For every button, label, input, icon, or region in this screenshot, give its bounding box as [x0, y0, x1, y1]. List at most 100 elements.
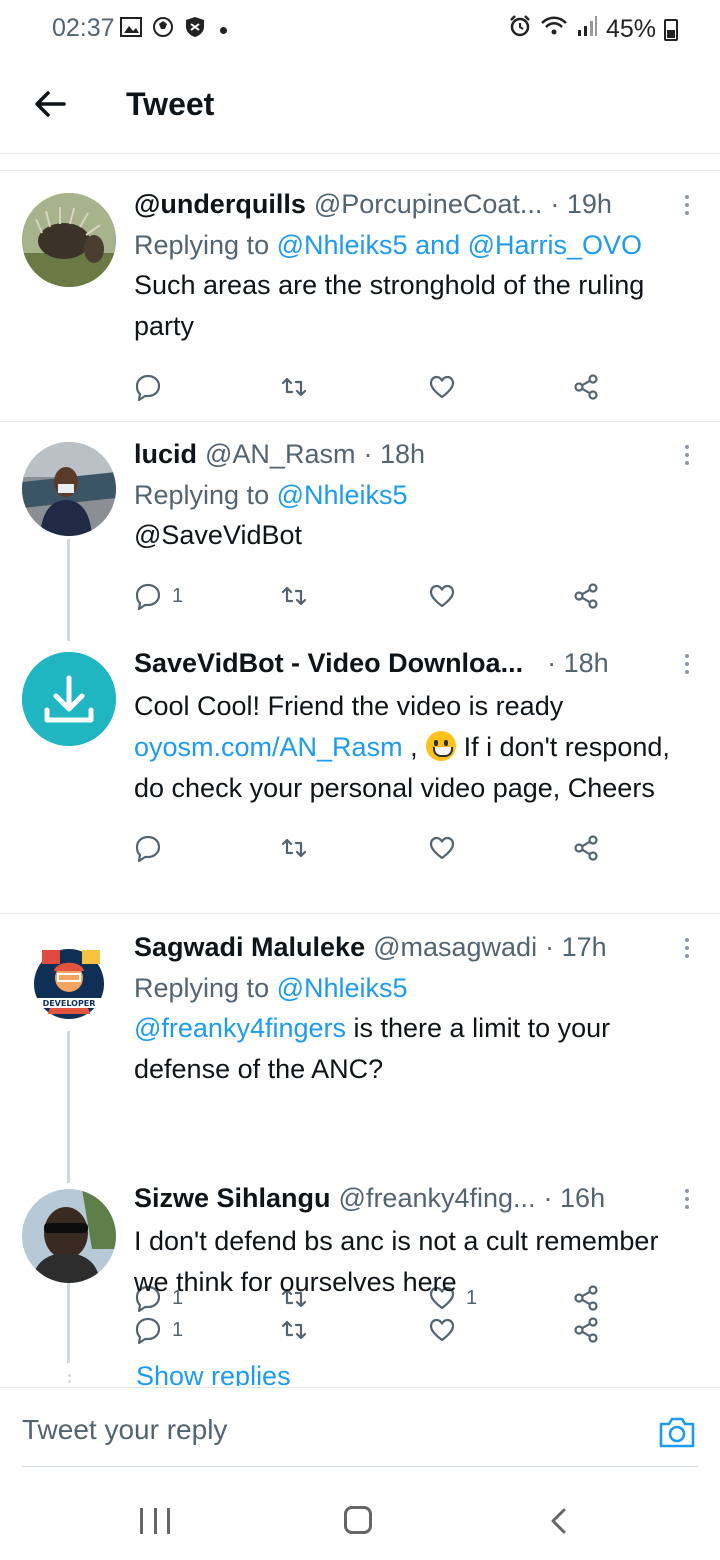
- reply-button[interactable]: [134, 828, 172, 868]
- tweet-time: · 18h: [363, 439, 426, 469]
- replying-prefix: Replying to: [134, 230, 270, 260]
- avatar[interactable]: DEVELOPER: [22, 934, 116, 1028]
- tweet-header: @underquills @PorcupineCoat... · 19h: [134, 189, 692, 223]
- more-options-icon[interactable]: [682, 934, 692, 964]
- replying-prefix: Replying to: [134, 480, 270, 510]
- heart-icon: [429, 584, 455, 608]
- home-icon[interactable]: [344, 1506, 372, 1534]
- tweet-time: · 16h: [543, 1183, 606, 1213]
- camera-icon[interactable]: [658, 1414, 696, 1450]
- retweet-icon: [281, 586, 307, 606]
- replying-to-mentions[interactable]: @Nhleiks5 and @Harris_OVO: [277, 230, 642, 260]
- tweet-underquills[interactable]: @underquills @PorcupineCoat... · 19h Rep…: [0, 171, 720, 422]
- thread-continuation-dots: [66, 1371, 72, 1386]
- shield-icon: [184, 16, 206, 45]
- battery-percent: 45%: [605, 15, 656, 43]
- tweet-header: lucid @AN_Rasm · 18h: [134, 439, 692, 473]
- replying-to-mentions[interactable]: @Nhleiks5: [277, 480, 408, 510]
- gallery-icon: [120, 16, 142, 45]
- share-button[interactable]: [572, 828, 600, 868]
- retweet-icon: [281, 1320, 307, 1340]
- app-header: Tweet: [0, 58, 720, 154]
- reply-count: 1: [172, 1318, 184, 1341]
- reply-icon: [135, 835, 161, 862]
- heart-icon: [429, 1318, 455, 1342]
- battery-icon: [664, 18, 678, 41]
- more-options-icon[interactable]: [682, 650, 692, 680]
- user-handle[interactable]: @AN_Rasm: [205, 439, 355, 470]
- reply-button[interactable]: 1: [134, 576, 183, 616]
- display-name[interactable]: lucid: [134, 439, 197, 470]
- like-button[interactable]: [428, 576, 466, 616]
- retweet-button[interactable]: [280, 367, 308, 407]
- tweet-mention[interactable]: @freanky4fingers: [134, 1013, 346, 1043]
- tweet-header: SaveVidBot - Video Downloa... · 18h: [134, 648, 692, 682]
- retweet-button[interactable]: [280, 1310, 308, 1350]
- tweet-text[interactable]: @SaveVidBot: [134, 515, 692, 556]
- back-arrow-icon[interactable]: [30, 84, 70, 124]
- system-back-icon[interactable]: [548, 1508, 570, 1534]
- page-title: Tweet: [126, 86, 215, 122]
- like-button[interactable]: [428, 1310, 466, 1350]
- reply-button[interactable]: [134, 367, 172, 407]
- avatar[interactable]: [22, 652, 116, 746]
- tweet-actions: [134, 828, 604, 868]
- reply-input[interactable]: Tweet your reply: [22, 1414, 227, 1446]
- tweet-text: Cool Cool! Friend the video is ready oyo…: [134, 686, 692, 809]
- share-button[interactable]: [572, 576, 600, 616]
- tweet-text: @freanky4fingers is there a limit to you…: [134, 1008, 692, 1090]
- reply-icon: [135, 583, 161, 610]
- avatar[interactable]: [22, 442, 116, 536]
- share-button[interactable]: [572, 1310, 600, 1350]
- more-options-icon[interactable]: [682, 1185, 692, 1215]
- more-options-icon[interactable]: [682, 191, 692, 221]
- retweet-button[interactable]: [280, 828, 308, 868]
- tweet-time: · 18h: [547, 648, 609, 678]
- show-replies-link[interactable]: Show replies: [136, 1361, 291, 1386]
- tweet-sagwadi[interactable]: DEVELOPER Sagwadi Maluleke @masagwadi · …: [0, 914, 720, 1177]
- share-icon: [574, 583, 598, 609]
- replying-to: Replying to @Nhleiks5: [134, 973, 692, 1004]
- reply-button[interactable]: 1: [134, 1310, 183, 1350]
- display-name[interactable]: Sagwadi Maluleke: [134, 932, 365, 963]
- user-handle[interactable]: @freanky4fing...: [339, 1183, 536, 1214]
- avatar[interactable]: [22, 1189, 116, 1283]
- wifi-icon: [540, 15, 568, 44]
- status-bar: 02:37 45%: [0, 0, 720, 58]
- share-button[interactable]: [572, 367, 600, 407]
- system-nav-bar: [0, 1468, 720, 1560]
- share-icon: [574, 1317, 598, 1343]
- video-link[interactable]: oyosm.com/AN_Rasm: [134, 732, 403, 762]
- alarm-icon: [508, 14, 532, 45]
- display-name[interactable]: SaveVidBot - Video Downloa...: [134, 648, 523, 679]
- status-time: 02:37: [52, 14, 115, 42]
- tweet-actions: 1: [134, 1310, 604, 1350]
- developer-badge: DEVELOPER: [43, 999, 96, 1008]
- replying-prefix: Replying to: [134, 973, 270, 1003]
- replying-to-mentions[interactable]: @Nhleiks5: [277, 973, 408, 1003]
- tweet-text-part: Cool Cool! Friend the video is ready: [134, 691, 564, 721]
- grinning-emoji-icon: [425, 731, 456, 761]
- replying-to: Replying to @Nhleiks5: [134, 480, 692, 511]
- like-button[interactable]: [428, 367, 466, 407]
- display-name[interactable]: @underquills: [134, 189, 306, 220]
- user-handle[interactable]: @PorcupineCoat...: [314, 189, 543, 220]
- heart-icon: [429, 375, 455, 399]
- reply-icon: [135, 1317, 161, 1344]
- heart-icon: [429, 836, 455, 860]
- tweet-lucid[interactable]: lucid @AN_Rasm · 18h Replying to @Nhleik…: [0, 422, 720, 642]
- tweet-header: Sizwe Sihlangu @freanky4fing... · 16h: [134, 1183, 692, 1217]
- reply-thread[interactable]: @underquills @PorcupineCoat... · 19h Rep…: [0, 170, 720, 1386]
- tweet-sizwe[interactable]: Sizwe Sihlangu @freanky4fing... · 16h I …: [0, 1177, 720, 1386]
- user-handle[interactable]: @masagwadi: [373, 932, 537, 963]
- retweet-icon: [281, 377, 307, 397]
- replying-to: Replying to @Nhleiks5 and @Harris_OVO: [134, 230, 692, 261]
- tweet-savevidbot[interactable]: SaveVidBot - Video Downloa... · 18h Cool…: [0, 642, 720, 914]
- display-name[interactable]: Sizwe Sihlangu: [134, 1183, 331, 1214]
- retweet-button[interactable]: [280, 576, 308, 616]
- more-options-icon[interactable]: [682, 441, 692, 471]
- like-button[interactable]: [428, 828, 466, 868]
- avatar[interactable]: [22, 193, 116, 287]
- tweet-actions: [134, 367, 604, 407]
- recent-apps-icon[interactable]: [140, 1508, 170, 1534]
